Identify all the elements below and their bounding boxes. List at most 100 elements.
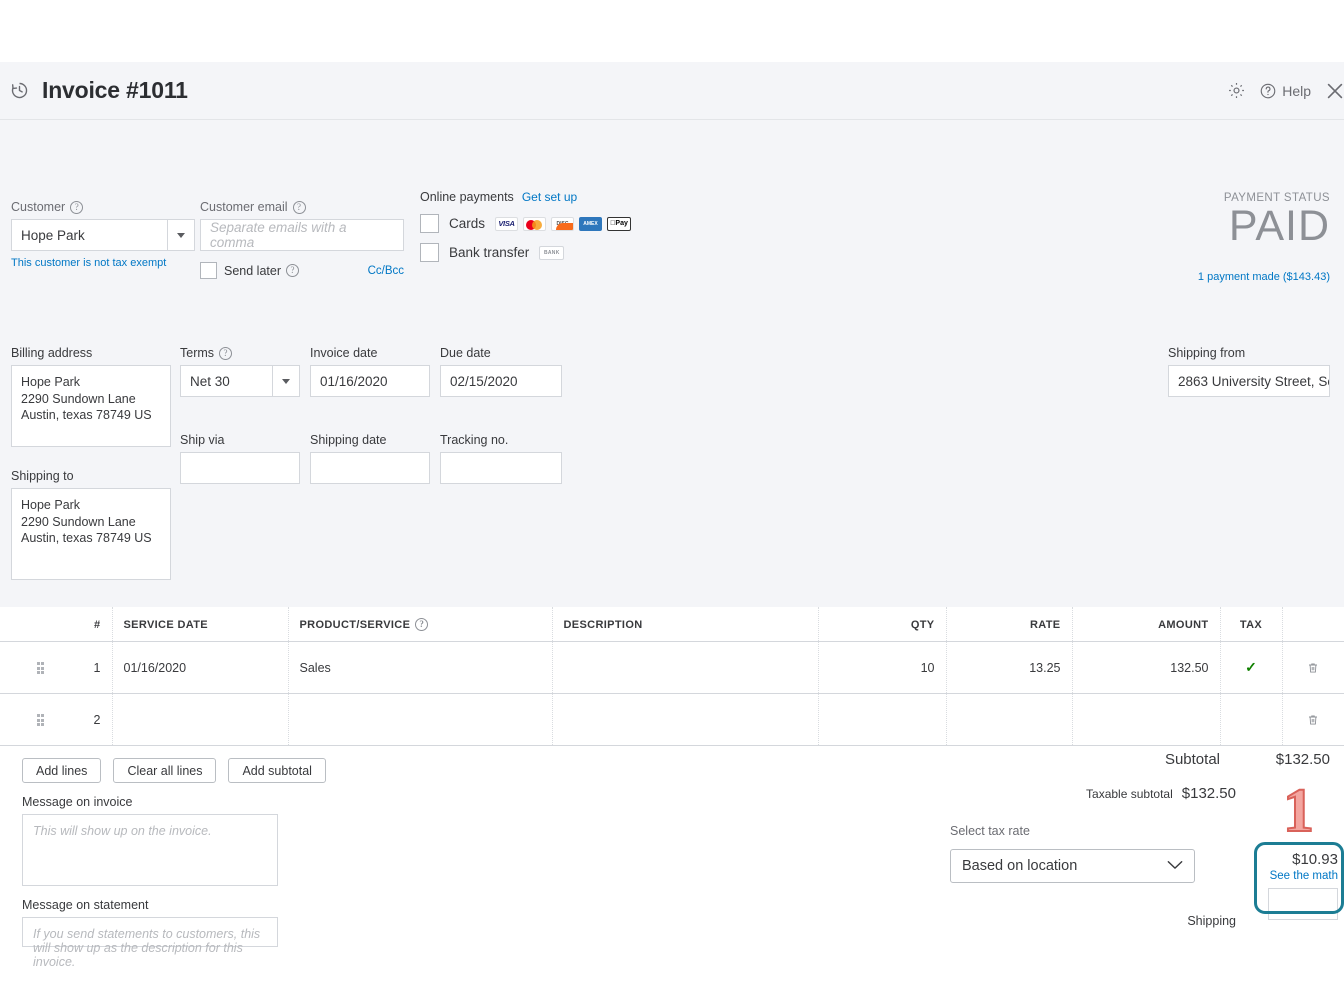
tracking-no-label: Tracking no. [440, 433, 509, 447]
col-description: DESCRIPTION [552, 607, 819, 642]
customer-dropdown-button[interactable] [167, 219, 195, 251]
ship-via-group: Ship via [180, 433, 300, 484]
top-white-strip [0, 0, 1344, 62]
get-set-up-link[interactable]: Get set up [522, 190, 577, 204]
row-qty[interactable]: 10 [818, 641, 947, 694]
bank-transfer-checkbox[interactable] [420, 243, 439, 262]
col-product-service: PRODUCT/SERVICE ? [288, 607, 553, 642]
totals-panel: Subtotal $132.50 Taxable subtotal $132.5… [924, 746, 1344, 928]
terms-combobox[interactable]: Net 30 [180, 365, 300, 397]
online-payments-group: Online payments Get set up Cards VISA DI… [420, 190, 632, 262]
taxable-subtotal-label: Taxable subtotal [1086, 787, 1173, 801]
col-tax: TAX [1220, 607, 1283, 642]
row-amount[interactable] [1072, 693, 1221, 746]
row-drag-handle[interactable] [22, 693, 60, 746]
add-subtotal-button[interactable]: Add subtotal [228, 758, 326, 783]
tax-amount-value: $10.93 [1292, 851, 1338, 868]
header-right-group: Help [1227, 80, 1343, 102]
help-icon[interactable]: ? [285, 264, 299, 277]
row-amount[interactable]: 132.50 [1072, 641, 1221, 694]
send-later-checkbox[interactable] [200, 262, 217, 279]
row-drag-handle[interactable] [22, 641, 60, 694]
row-qty[interactable] [818, 693, 947, 746]
invoice-date-label: Invoice date [310, 346, 378, 360]
table-header-row: # SERVICE DATE PRODUCT/SERVICE ? DESCRIP… [0, 607, 1344, 642]
help-label: Help [1282, 82, 1311, 99]
discover-icon: DISC [551, 216, 575, 231]
bank-icon: BANK [539, 245, 565, 260]
close-x-icon[interactable] [1324, 80, 1344, 102]
col-amount: AMOUNT [1072, 607, 1221, 642]
row-tax-checkbox[interactable] [1220, 693, 1283, 746]
add-lines-button[interactable]: Add lines [22, 758, 102, 783]
clear-all-lines-button[interactable]: Clear all lines [113, 758, 217, 783]
billing-address-textarea[interactable]: Hope Park 2290 Sundown Lane Austin, texa… [11, 365, 171, 447]
invoice-date-input[interactable]: 01/16/2020 [310, 365, 430, 397]
help-icon[interactable]: ? [219, 346, 233, 360]
col-product-service-text: PRODUCT/SERVICE [299, 618, 411, 631]
row-delete-button[interactable] [1282, 693, 1344, 746]
tax-exempt-note[interactable]: This customer is not tax exempt [11, 257, 195, 269]
page-title: Invoice #1011 [42, 77, 188, 103]
help-icon[interactable]: ? [70, 200, 84, 214]
see-the-math-link[interactable]: See the math [1246, 870, 1338, 882]
message-on-statement-textarea[interactable]: If you send statements to customers, thi… [22, 917, 278, 969]
billing-address-label: Billing address [11, 346, 93, 360]
line-items-table: # SERVICE DATE PRODUCT/SERVICE ? DESCRIP… [0, 607, 1344, 746]
terms-dropdown-button[interactable] [272, 365, 300, 397]
help-icon[interactable]: ? [415, 618, 429, 631]
shipping-amount-input[interactable] [1268, 888, 1338, 920]
shipping-to-textarea[interactable]: Hope Park 2290 Sundown Lane Austin, texa… [11, 488, 171, 580]
cc-bcc-link[interactable]: Cc/Bcc [368, 265, 404, 277]
col-qty: QTY [818, 607, 947, 642]
table-row[interactable]: 2 [0, 693, 1344, 746]
shipping-date-input[interactable] [310, 452, 430, 484]
tracking-no-input[interactable] [440, 452, 562, 484]
customer-email-input[interactable]: Separate emails with a comma [200, 219, 404, 251]
tax-rate-select[interactable]: Based on location [950, 849, 1195, 883]
row-delete-button[interactable] [1282, 641, 1344, 694]
taxable-subtotal-value: $132.50 [1181, 785, 1236, 802]
row-description[interactable] [552, 641, 819, 694]
row-product-service[interactable]: Sales [288, 641, 553, 694]
row-rate[interactable] [946, 693, 1073, 746]
help-circle-icon [1260, 83, 1276, 98]
terms-input[interactable]: Net 30 [180, 365, 272, 397]
tax-rate-value: Based on location [962, 858, 1078, 874]
customer-label-text: Customer [11, 200, 66, 214]
tracking-no-group: Tracking no. [440, 433, 562, 484]
table-row[interactable]: 1 01/16/2020 Sales 10 13.25 132.50 ✓ [0, 641, 1344, 694]
row-rate[interactable]: 13.25 [946, 641, 1073, 694]
customer-combobox[interactable]: Hope Park [11, 219, 195, 251]
row-tax-checkbox[interactable]: ✓ [1220, 641, 1283, 694]
terms-label: Terms ? [180, 346, 300, 360]
shipping-from-label: Shipping from [1168, 346, 1246, 360]
message-on-invoice-textarea[interactable]: This will show up on the invoice. [22, 814, 278, 886]
payment-status-group: PAYMENT STATUS PAID 1 payment made ($143… [1198, 192, 1330, 283]
online-payments-label: Online payments [420, 190, 514, 204]
line-items-table-wrapper: # SERVICE DATE PRODUCT/SERVICE ? DESCRIP… [0, 607, 1344, 746]
row-product-service[interactable] [288, 693, 553, 746]
customer-input[interactable]: Hope Park [11, 219, 167, 251]
due-date-input[interactable]: 02/15/2020 [440, 365, 562, 397]
drag-grip-icon[interactable] [36, 714, 46, 726]
shipping-label: Shipping [1187, 914, 1236, 928]
check-icon: ✓ [1245, 659, 1257, 675]
payment-made-link[interactable]: 1 payment made ($143.43) [1198, 271, 1330, 283]
row-description[interactable] [552, 693, 819, 746]
drag-grip-icon[interactable] [36, 662, 46, 674]
cards-checkbox[interactable] [420, 214, 439, 233]
help-button[interactable]: Help [1259, 82, 1311, 100]
help-icon[interactable]: ? [292, 200, 306, 214]
row-service-date[interactable] [112, 693, 289, 746]
terms-label-text: Terms [180, 346, 215, 360]
ship-via-input[interactable] [180, 452, 300, 484]
gear-icon[interactable] [1227, 81, 1246, 100]
row-service-date[interactable]: 01/16/2020 [112, 641, 289, 694]
subtotal-value: $132.50 [1275, 751, 1330, 768]
invoice-header: Invoice #1011 Help [0, 62, 1344, 120]
select-tax-rate-label: Select tax rate [950, 824, 1030, 838]
shipping-from-input[interactable]: 2863 University Street, Seattle, WA [1168, 365, 1330, 397]
recurring-clock-icon[interactable] [6, 78, 32, 104]
invoice-form-section: Customer ? Hope Park This customer is no… [0, 120, 1344, 607]
